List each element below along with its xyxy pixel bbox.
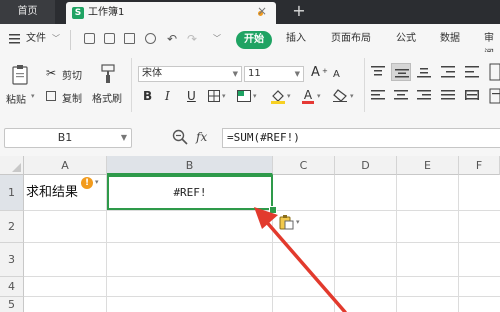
- chevron-down-icon: ▼: [232, 70, 238, 78]
- ribbon-separator: [131, 58, 132, 112]
- font-color-bar: [302, 101, 314, 104]
- redo-icon[interactable]: ↷: [187, 31, 197, 47]
- font-color-icon[interactable]: A: [302, 88, 314, 104]
- format-painter-button[interactable]: 格式刷: [92, 90, 122, 105]
- merge-icon[interactable]: [489, 63, 500, 81]
- row-header-2[interactable]: 2: [0, 211, 24, 243]
- clear-dropdown-icon[interactable]: ▾: [350, 92, 354, 100]
- print-preview-icon[interactable]: [145, 33, 156, 44]
- align-center-icon[interactable]: [394, 90, 408, 102]
- align-middle-button[interactable]: [391, 63, 411, 81]
- insert-function-button[interactable]: fx: [196, 129, 207, 145]
- new-tab-button[interactable]: +: [290, 2, 308, 20]
- paste-button[interactable]: 粘贴: [6, 91, 26, 106]
- fill-color-icon[interactable]: [270, 88, 286, 104]
- copy-button[interactable]: 复制: [62, 90, 82, 105]
- row-header-1[interactable]: 1: [0, 175, 24, 211]
- tab-home[interactable]: 首页: [0, 0, 55, 24]
- row-header-3[interactable]: 3: [0, 243, 24, 277]
- formula-input[interactable]: =SUM(#REF!): [222, 128, 500, 148]
- column-header-b[interactable]: B: [107, 156, 273, 175]
- name-box[interactable]: B1 ▼: [4, 128, 132, 148]
- menu-start[interactable]: 开始: [236, 31, 272, 49]
- cell-style-dropdown-icon[interactable]: ▾: [253, 92, 257, 100]
- chevron-down-icon: ▼: [120, 133, 127, 142]
- menu-page-layout[interactable]: 页面布局: [331, 31, 371, 47]
- font-color-letter: A: [303, 88, 313, 102]
- cell-style-icon[interactable]: [237, 90, 251, 102]
- font-name-value: 宋体: [142, 68, 162, 79]
- cut-icon[interactable]: ✂: [44, 66, 58, 80]
- clear-icon[interactable]: [333, 89, 347, 102]
- align-top-icon[interactable]: [371, 66, 385, 78]
- borders-icon[interactable]: [208, 90, 220, 102]
- indent-icon[interactable]: [441, 66, 455, 78]
- chevron-down-icon[interactable]: ﹀: [52, 31, 60, 47]
- formula-value: =SUM(#REF!): [227, 131, 300, 144]
- save-icon[interactable]: [84, 33, 95, 44]
- cut-button[interactable]: 剪切: [62, 67, 82, 82]
- grid-line: [458, 175, 459, 312]
- outdent-icon[interactable]: [465, 66, 479, 78]
- underline-button[interactable]: U: [187, 89, 196, 103]
- cell-b1-value: #REF!: [173, 186, 207, 199]
- grow-font-arrow-icon: +: [322, 67, 328, 75]
- shrink-font-button[interactable]: A: [333, 68, 340, 82]
- row-header-4[interactable]: 4: [0, 277, 24, 297]
- hamburger-icon[interactable]: [9, 33, 20, 44]
- italic-button[interactable]: I: [165, 89, 170, 103]
- borders-dropdown-icon[interactable]: ▾: [222, 92, 226, 100]
- column-header-f[interactable]: F: [459, 156, 500, 175]
- row-header-5[interactable]: 5: [0, 297, 24, 312]
- grow-font-button[interactable]: A: [311, 66, 320, 80]
- font-size-value: 11: [248, 68, 261, 79]
- undo-icon[interactable]: ↶: [167, 31, 177, 47]
- chevron-down-icon: ▼: [294, 70, 300, 78]
- copy-icon[interactable]: [46, 91, 56, 101]
- export-pdf-icon[interactable]: [104, 33, 115, 44]
- font-name-select[interactable]: 宋体 ▼: [138, 66, 242, 82]
- grid-line: [396, 175, 397, 312]
- align-left-icon[interactable]: [371, 90, 385, 102]
- cell-b1[interactable]: #REF!: [107, 175, 273, 210]
- font-size-select[interactable]: 11 ▼: [244, 66, 304, 82]
- justify-icon[interactable]: [441, 90, 455, 102]
- column-header-e[interactable]: E: [397, 156, 459, 175]
- chevron-down-icon[interactable]: ▾: [95, 178, 99, 186]
- column-header-d[interactable]: D: [335, 156, 397, 175]
- ribbon-separator: [364, 58, 365, 112]
- print-icon[interactable]: [124, 33, 135, 44]
- wrap-text-icon[interactable]: [489, 88, 500, 104]
- menu-file[interactable]: 文件: [26, 31, 46, 47]
- paste-dropdown-icon[interactable]: ▾: [31, 92, 35, 100]
- column-header-a[interactable]: A: [24, 156, 107, 175]
- select-all-corner[interactable]: [0, 156, 24, 175]
- quick-access-more-icon[interactable]: ﹀: [213, 31, 221, 47]
- distribute-icon[interactable]: [465, 90, 479, 102]
- paste-icon[interactable]: [10, 64, 30, 86]
- annotation-arrow: [254, 207, 347, 312]
- zoom-icon[interactable]: [172, 129, 188, 145]
- ribbon: [0, 52, 500, 119]
- font-color-dropdown-icon[interactable]: ▾: [317, 92, 321, 100]
- format-painter-icon[interactable]: [101, 64, 117, 84]
- tab-workbook-label: 工作簿1: [88, 7, 125, 18]
- bold-button[interactable]: B: [143, 89, 152, 103]
- close-tab-button[interactable]: ×: [255, 4, 269, 18]
- tab-workbook[interactable]: S 工作簿1: [66, 2, 276, 24]
- align-bottom-icon[interactable]: [417, 66, 431, 78]
- error-warning-icon[interactable]: !: [81, 177, 93, 189]
- spreadsheet-logo-icon: S: [72, 7, 84, 19]
- name-box-value: B1: [57, 131, 73, 144]
- menu-formulas[interactable]: 公式: [396, 31, 416, 47]
- menu-insert[interactable]: 插入: [286, 31, 306, 47]
- fill-color-dropdown-icon[interactable]: ▾: [287, 92, 291, 100]
- column-header-c[interactable]: C: [273, 156, 335, 175]
- cell-a1[interactable]: 求和结果: [26, 175, 106, 210]
- align-right-icon[interactable]: [417, 90, 431, 102]
- menu-data[interactable]: 数据: [440, 31, 460, 47]
